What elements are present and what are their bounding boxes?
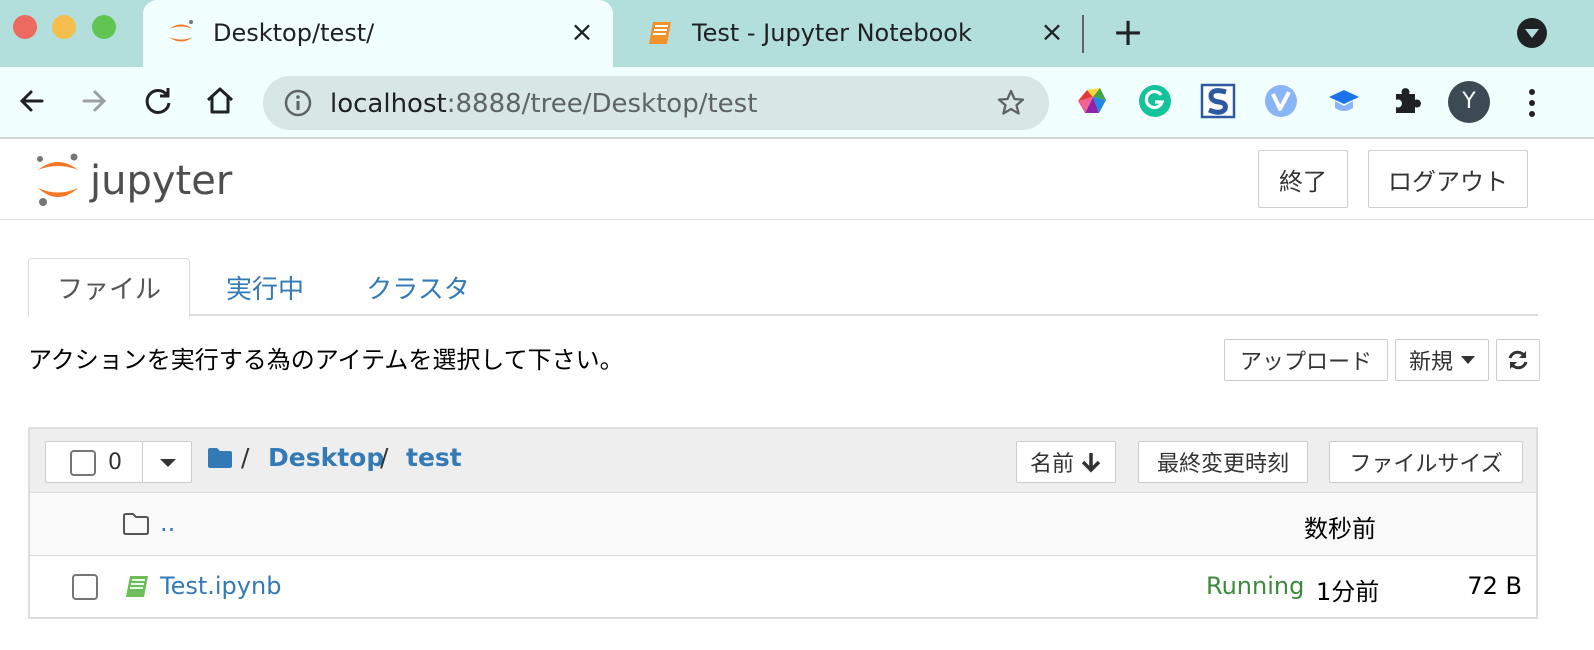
window-minimize-button[interactable] [52, 15, 76, 39]
address-bar[interactable]: localhost:8888/tree/Desktop/test [263, 76, 1049, 130]
select-all-control: 0 [45, 441, 192, 483]
caret-down-icon [1461, 356, 1475, 364]
profile-avatar[interactable]: Y [1448, 81, 1490, 123]
list-item[interactable]: .. 数秒前 [30, 493, 1536, 556]
file-size: 72 B [1467, 572, 1522, 600]
tab-title: Test - Jupyter Notebook [692, 19, 972, 47]
colorful-extension-icon[interactable] [1073, 82, 1111, 120]
browser-tab-desktop-test[interactable]: Desktop/test/ × [143, 0, 613, 67]
address-url: localhost:8888/tree/Desktop/test [330, 89, 758, 119]
jupyter-header: jupyter 終了 ログアウト [0, 140, 1594, 220]
file-list-header: 0 / Desktop / test 名前 最終変更時刻 ファイルサイズ [30, 429, 1536, 493]
refresh-icon [1508, 350, 1528, 370]
list-item[interactable]: Test.ipynb Running 1分前 72 B [30, 556, 1536, 619]
back-arrow-icon[interactable] [12, 81, 52, 121]
sort-by-name-button[interactable]: 名前 [1016, 441, 1116, 483]
more-menu-icon[interactable] [1522, 85, 1542, 121]
reload-icon[interactable] [138, 81, 178, 121]
file-list: 0 / Desktop / test 名前 最終変更時刻 ファイルサイズ .. … [28, 427, 1538, 619]
upload-button[interactable]: アップロード [1224, 339, 1388, 381]
tab-running[interactable]: 実行中 [210, 258, 320, 316]
forward-arrow-icon[interactable] [74, 81, 114, 121]
notebook-icon [649, 22, 671, 44]
browser-toolbar: localhost:8888/tree/Desktop/test Y [0, 67, 1594, 139]
arrow-down-icon [1081, 453, 1101, 473]
tab-files[interactable]: ファイル [28, 258, 190, 318]
folder-icon[interactable] [207, 447, 233, 469]
breadcrumb-desktop[interactable]: Desktop [268, 443, 384, 472]
selection-hint: アクションを実行する為のアイテムを選択して下さい。 [28, 346, 624, 374]
browser-tab-strip: Desktop/test/ × Test - Jupyter Notebook … [0, 0, 1594, 67]
running-status: Running [1206, 572, 1305, 600]
tab-title: Desktop/test/ [213, 19, 375, 47]
notebook-icon [126, 576, 148, 597]
row-checkbox[interactable] [72, 574, 98, 600]
new-label: 新規 [1408, 350, 1453, 375]
jupyter-logo[interactable]: jupyter [32, 150, 262, 210]
tab-separator [1082, 15, 1084, 53]
refresh-button[interactable] [1496, 339, 1540, 381]
tab-search-dropdown-icon[interactable] [1517, 18, 1547, 48]
jupyter-tabs: ファイル 実行中 クラスタ [28, 258, 1538, 318]
v-extension-icon[interactable] [1262, 82, 1300, 120]
breadcrumb-separator: / [241, 443, 250, 472]
bookmark-star-icon[interactable] [996, 88, 1026, 118]
breadcrumb-test[interactable]: test [406, 443, 462, 472]
sort-by-size-button[interactable]: ファイルサイズ [1329, 441, 1523, 483]
window-close-button[interactable] [13, 15, 37, 39]
select-menu-dropdown[interactable] [142, 442, 192, 482]
jupyter-logo-text: jupyter [89, 158, 233, 204]
grammarly-icon[interactable] [1136, 82, 1174, 120]
breadcrumb-separator: / [380, 443, 389, 472]
jupyter-logo-icon [169, 20, 193, 42]
window-maximize-button[interactable] [92, 15, 116, 39]
new-dropdown-button[interactable]: 新規 [1395, 339, 1489, 381]
home-icon[interactable] [200, 81, 240, 121]
puzzle-extensions-icon[interactable] [1388, 82, 1426, 120]
modified-time: 数秒前 [1304, 515, 1376, 543]
select-all-checkbox[interactable] [70, 450, 96, 476]
close-tab-icon[interactable]: × [1038, 18, 1066, 46]
s-extension-icon[interactable] [1199, 82, 1237, 120]
sort-name-label: 名前 [1029, 452, 1074, 477]
close-tab-icon[interactable]: × [568, 18, 596, 46]
new-tab-button[interactable]: + [1108, 12, 1148, 52]
modified-time: 1分前 [1316, 578, 1380, 606]
folder-outline-icon [123, 513, 149, 535]
tab-clusters[interactable]: クラスタ [358, 258, 478, 316]
sort-by-modified-button[interactable]: 最終変更時刻 [1138, 441, 1308, 483]
quit-button[interactable]: 終了 [1258, 150, 1348, 208]
logout-button[interactable]: ログアウト [1368, 150, 1528, 208]
notebook-link[interactable]: Test.ipynb [160, 572, 281, 600]
selected-count: 0 [108, 450, 122, 475]
graduation-cap-icon[interactable] [1325, 82, 1363, 120]
browser-tab-test-notebook[interactable]: Test - Jupyter Notebook × [622, 0, 1082, 67]
info-icon[interactable] [283, 88, 313, 118]
parent-directory-link[interactable]: .. [160, 509, 175, 537]
